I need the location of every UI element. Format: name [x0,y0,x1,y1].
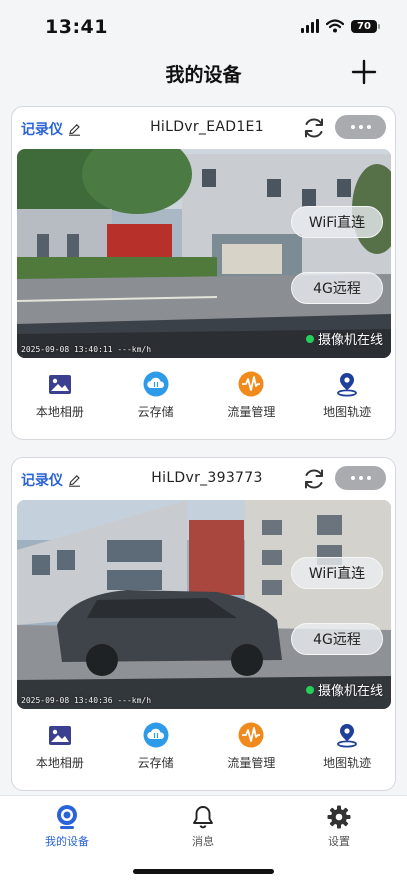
camera-preview[interactable]: WiFi直连 4G远程 摄像机在线 2025-09-08 13:40:11 --… [17,149,391,358]
status-indicators: 70 [301,19,380,33]
online-dot-icon [305,334,314,343]
camera-device-icon [57,805,77,829]
local-album-button[interactable]: 本地相册 [12,370,108,434]
refresh-icon[interactable] [302,467,326,491]
device-card-header: 记录仪 HiLDvr_393773 [12,458,395,498]
device-card: 记录仪 HiLDvr_393773 WiFi直连 4G远程 摄像机在线 2025… [11,457,396,791]
nav-header: 我的设备 [0,50,407,94]
video-timestamp: 2025-09-08 13:40:11 ---km/h [21,345,152,354]
add-device-button[interactable] [351,59,377,85]
cloud-storage-label: 云存储 [137,405,174,419]
device-name: HiLDvr_393773 [151,470,263,486]
more-options-button[interactable] [335,466,386,490]
device-type-label: 记录仪 [21,122,63,138]
tab-messages-label: 消息 [192,835,214,848]
camera-preview-image [17,500,391,709]
map-track-label: 地图轨迹 [323,756,372,770]
home-indicator [133,869,274,874]
online-status-label: 摄像机在线 [317,333,383,348]
online-status: 摄像机在线 [305,329,383,348]
map-track-label: 地图轨迹 [323,405,372,419]
device-card-header: 记录仪 HiLDvr_EAD1E1 [12,107,395,147]
local-album-label: 本地相册 [35,405,84,419]
map-track-button[interactable]: 地图轨迹 [299,721,395,785]
traffic-management-label: 流量管理 [227,405,276,419]
traffic-management-label: 流量管理 [227,756,276,770]
gear-icon [327,805,351,829]
more-options-button[interactable] [335,115,386,139]
wifi-direct-button[interactable]: WiFi直连 [291,557,383,589]
page-title: 我的设备 [165,64,242,86]
status-time: 13:41 [45,16,108,38]
local-album-label: 本地相册 [35,756,84,770]
tab-my-devices-label: 我的设备 [45,835,89,848]
local-album-button[interactable]: 本地相册 [12,721,108,785]
online-status: 摄像机在线 [305,680,383,699]
tab-my-devices[interactable]: 我的设备 [27,804,107,849]
device-card: 记录仪 HiLDvr_EAD1E1 WiFi直连 4G远程 摄像机在线 2025… [11,106,396,440]
device-actions: 本地相册 云存储 流量管理 地图轨迹 [12,721,395,785]
traffic-wave-icon [238,722,264,748]
map-pin-icon [337,373,358,397]
edit-pencil-icon [69,123,80,136]
tab-settings-label: 设置 [328,835,350,848]
battery-level: 70 [357,20,371,32]
edit-pencil-icon [69,474,80,487]
cloud-storage-label: 云存储 [137,756,174,770]
online-status-label: 摄像机在线 [317,684,383,699]
device-actions: 本地相册 云存储 流量管理 地图轨迹 [12,370,395,434]
cellular-signal-icon [301,19,319,33]
gallery-icon [48,374,71,394]
device-type-label: 记录仪 [21,473,63,489]
cloud-storage-icon [143,371,169,397]
video-timestamp: 2025-09-08 13:40:36 ---km/h [21,696,152,705]
bell-icon [193,806,213,829]
traffic-management-button[interactable]: 流量管理 [204,721,300,785]
wifi-direct-button[interactable]: WiFi直连 [291,206,383,238]
wifi-icon [326,19,344,33]
camera-preview[interactable]: WiFi直连 4G远程 摄像机在线 2025-09-08 13:40:36 --… [17,500,391,709]
traffic-wave-icon [238,371,264,397]
device-type-edit[interactable]: 记录仪 [21,470,81,490]
map-pin-icon [337,724,358,748]
camera-preview-image [17,149,391,358]
battery-icon: 70 [351,19,380,33]
device-name: HiLDvr_EAD1E1 [150,119,264,135]
device-type-edit[interactable]: 记录仪 [21,119,81,139]
cloud-storage-button[interactable]: 云存储 [108,370,204,434]
4g-remote-button[interactable]: 4G远程 [291,272,383,304]
cloud-storage-icon [143,722,169,748]
map-track-button[interactable]: 地图轨迹 [299,370,395,434]
refresh-icon[interactable] [302,116,326,140]
traffic-management-button[interactable]: 流量管理 [204,370,300,434]
4g-remote-button[interactable]: 4G远程 [291,623,383,655]
status-bar: 13:41 70 [0,0,407,50]
online-dot-icon [305,685,314,694]
tab-settings[interactable]: 设置 [299,804,379,849]
tab-messages[interactable]: 消息 [163,804,243,849]
gallery-icon [48,725,71,745]
cloud-storage-button[interactable]: 云存储 [108,721,204,785]
